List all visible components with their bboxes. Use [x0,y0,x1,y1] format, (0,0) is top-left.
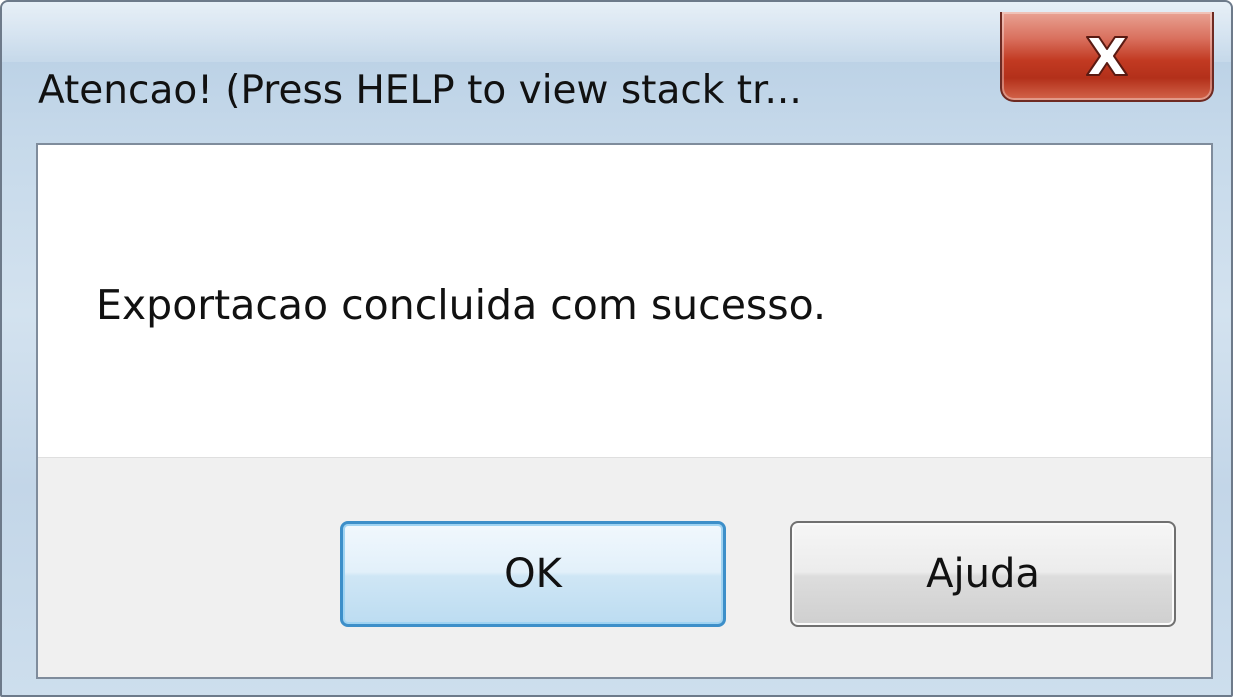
window-title: Atencao! (Press HELP to view stack tr... [38,68,802,113]
help-button[interactable]: Ajuda [790,521,1176,627]
message-text: Exportacao concluida com sucesso. [96,281,827,329]
ok-button[interactable]: OK [340,521,726,627]
close-button[interactable] [1000,12,1214,102]
dialog-window: Atencao! (Press HELP to view stack tr...… [0,0,1233,697]
button-bar: OK Ajuda [38,457,1211,677]
close-icon [1086,36,1128,76]
dialog-content: Exportacao concluida com sucesso. OK Aju… [36,143,1213,679]
